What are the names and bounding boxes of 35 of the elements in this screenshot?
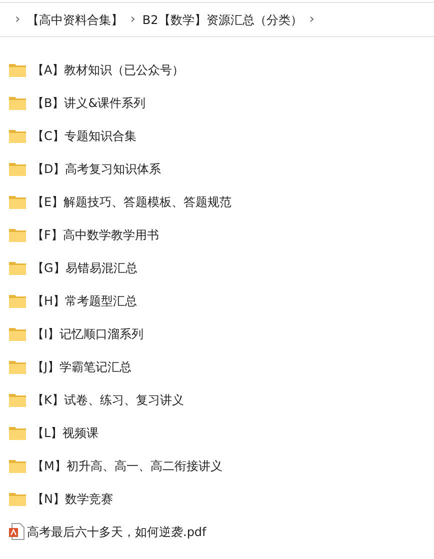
folder-name[interactable]: 【D】高考复习知识体系 bbox=[32, 160, 162, 178]
folder-name[interactable]: 【C】专题知识合集 bbox=[32, 126, 136, 144]
chevron-separator[interactable]: › bbox=[302, 10, 322, 30]
pdf-file-icon bbox=[9, 523, 25, 540]
folder-icon bbox=[9, 62, 26, 76]
folder-name[interactable]: 【H】常考题型汇总 bbox=[32, 292, 138, 310]
folder-name[interactable]: 【M】初升高、高一、高二衔接讲义 bbox=[32, 456, 222, 474]
folder-icon bbox=[9, 392, 26, 406]
folder-icon bbox=[9, 458, 26, 472]
folder-icon bbox=[9, 294, 26, 308]
folder-icon bbox=[9, 260, 26, 274]
folder-icon bbox=[9, 162, 26, 176]
breadcrumb-item[interactable]: B2【数学】资源汇总（分类） bbox=[142, 10, 302, 28]
chevron-separator[interactable]: › bbox=[123, 10, 142, 30]
chevron-separator[interactable]: › bbox=[8, 10, 28, 30]
folder-name[interactable]: 【A】教材知识（已公众号） bbox=[32, 60, 184, 78]
folder-icon bbox=[9, 128, 26, 142]
folder-name[interactable]: 【I】记忆顺口溜系列 bbox=[32, 324, 144, 342]
folder-name[interactable]: 【N】数学竞赛 bbox=[32, 490, 113, 508]
folder-icon bbox=[9, 96, 26, 110]
folder-name[interactable]: 【K】试卷、练习、复习讲义 bbox=[32, 390, 184, 408]
folder-icon bbox=[9, 194, 26, 208]
folder-name[interactable]: 【B】讲义&课件系列 bbox=[32, 94, 146, 112]
breadcrumb-item[interactable]: 【高中资料合集】 bbox=[27, 10, 124, 28]
folder-name[interactable]: 【G】易错易混汇总 bbox=[32, 258, 138, 276]
folder-icon bbox=[9, 492, 26, 506]
folder-name[interactable]: 【F】高中数学教学用书 bbox=[32, 226, 159, 244]
folder-name[interactable]: 【L】视频课 bbox=[32, 424, 99, 442]
folder-icon bbox=[9, 228, 26, 242]
file-name[interactable]: 高考最后六十多天，如何逆袭.pdf bbox=[27, 522, 206, 540]
folder-icon bbox=[9, 326, 26, 340]
folder-icon bbox=[9, 360, 26, 374]
folder-icon bbox=[9, 426, 26, 440]
folder-name[interactable]: 【J】学霸笔记汇总 bbox=[32, 358, 132, 376]
folder-name[interactable]: 【E】解题技巧、答题模板、答题规范 bbox=[32, 192, 232, 210]
